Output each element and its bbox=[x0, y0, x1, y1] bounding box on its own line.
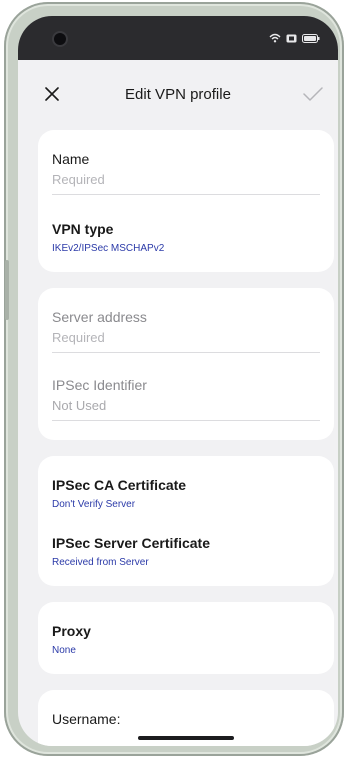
proxy-label: Proxy bbox=[52, 623, 91, 639]
name-field[interactable]: Name Required bbox=[52, 150, 320, 195]
divider bbox=[52, 420, 320, 421]
username-field[interactable]: Username: bbox=[52, 710, 320, 728]
save-button[interactable] bbox=[298, 80, 328, 108]
server-settings-card: Server address Required IPSec Identifier… bbox=[38, 288, 334, 440]
status-icons bbox=[269, 30, 320, 48]
name-label: Name bbox=[52, 151, 90, 167]
server-address-input[interactable]: Required bbox=[52, 329, 320, 346]
ipsec-identifier-input[interactable]: Not Used bbox=[52, 397, 320, 414]
battery-icon bbox=[302, 30, 320, 48]
divider bbox=[52, 352, 320, 353]
page-title: Edit VPN profile bbox=[125, 86, 231, 103]
basic-settings-card: Name Required VPN type IKEv2/IPSec MSCHA… bbox=[38, 130, 334, 272]
server-address-label: Server address bbox=[52, 309, 147, 325]
ipsec-identifier-label: IPSec Identifier bbox=[52, 377, 147, 393]
ipsec-ca-certificate-selector[interactable]: IPSec CA Certificate Don't Verify Server bbox=[52, 476, 320, 511]
vpn-type-selector[interactable]: VPN type IKEv2/IPSec MSCHAPv2 bbox=[52, 220, 320, 255]
phone-frame: Edit VPN profile Name Required VPN type … bbox=[4, 2, 344, 756]
notification-icon bbox=[286, 30, 297, 48]
side-button bbox=[5, 260, 9, 320]
home-indicator[interactable] bbox=[138, 736, 234, 740]
vpn-type-label: VPN type bbox=[52, 221, 114, 237]
proxy-card: Proxy None bbox=[38, 602, 334, 674]
username-label: Username: bbox=[52, 711, 121, 727]
ipsec-ca-certificate-value: Don't Verify Server bbox=[52, 499, 136, 510]
checkmark-icon bbox=[303, 87, 323, 101]
status-bar bbox=[18, 16, 338, 60]
ipsec-server-certificate-value: Received from Server bbox=[52, 557, 149, 568]
front-camera bbox=[54, 33, 66, 45]
ipsec-identifier-field[interactable]: IPSec Identifier Not Used bbox=[52, 376, 320, 421]
proxy-selector[interactable]: Proxy None bbox=[52, 622, 320, 657]
ipsec-ca-certificate-label: IPSec CA Certificate bbox=[52, 477, 187, 493]
server-address-field[interactable]: Server address Required bbox=[52, 308, 320, 353]
divider bbox=[52, 194, 320, 195]
screen: Edit VPN profile Name Required VPN type … bbox=[18, 16, 338, 746]
app-header: Edit VPN profile bbox=[18, 60, 338, 128]
vpn-type-value: IKEv2/IPSec MSCHAPv2 bbox=[52, 243, 165, 254]
ipsec-server-certificate-label: IPSec Server Certificate bbox=[52, 535, 210, 551]
proxy-value: None bbox=[52, 645, 76, 656]
certificates-card: IPSec CA Certificate Don't Verify Server… bbox=[38, 456, 334, 586]
ipsec-server-certificate-selector[interactable]: IPSec Server Certificate Received from S… bbox=[52, 534, 320, 569]
wifi-icon bbox=[269, 30, 281, 48]
name-input[interactable]: Required bbox=[52, 171, 320, 188]
